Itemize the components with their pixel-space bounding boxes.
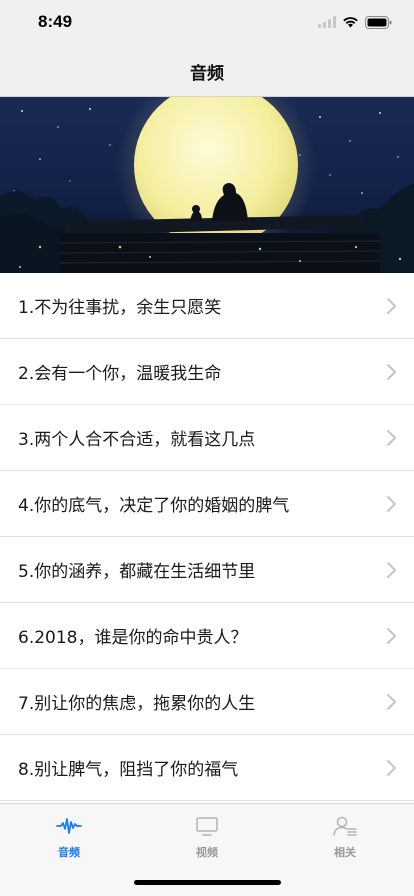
home-indicator[interactable] bbox=[134, 880, 281, 885]
list-item-title: 1.不为往事扰，余生只愿笑 bbox=[18, 298, 222, 318]
page-title: 音频 bbox=[190, 64, 224, 84]
moon-night-illustration bbox=[0, 97, 414, 273]
article-list: 1.不为往事扰，余生只愿笑 2.会有一个你，温暖我生命 3.两个人合不合适，就看… bbox=[0, 273, 414, 803]
list-item-title: 5.你的涵养，都藏在生活细节里 bbox=[18, 562, 256, 582]
battery-icon bbox=[365, 15, 392, 29]
banner-image bbox=[0, 97, 414, 273]
list-item-title: 4.你的底气，决定了你的婚姻的脾气 bbox=[18, 496, 290, 516]
status-icons bbox=[318, 13, 392, 31]
tab-label: 相关 bbox=[334, 846, 356, 859]
person-list-icon bbox=[333, 816, 357, 836]
chevron-right-icon bbox=[387, 364, 396, 380]
list-item[interactable]: 2.会有一个你，温暖我生命 bbox=[0, 339, 414, 405]
tab-label: 视频 bbox=[196, 846, 218, 859]
status-time: 8:49 bbox=[38, 12, 73, 31]
tab-audio[interactable]: 音频 bbox=[0, 814, 138, 864]
audio-wave-icon bbox=[56, 818, 82, 834]
list-item-title: 7.别让你的焦虑，拖累你的人生 bbox=[18, 694, 256, 714]
cellular-signal-icon bbox=[318, 16, 336, 28]
tab-related[interactable]: 相关 bbox=[276, 814, 414, 864]
wifi-icon bbox=[343, 17, 358, 28]
list-item-title: 8.别让脾气，阻挡了你的福气 bbox=[18, 760, 239, 780]
chevron-right-icon bbox=[387, 430, 396, 446]
list-item[interactable]: 5.你的涵养，都藏在生活细节里 bbox=[0, 537, 414, 603]
status-bar: 8:49 bbox=[0, 0, 414, 44]
monitor-icon bbox=[196, 817, 218, 836]
tab-label: 音频 bbox=[58, 846, 80, 859]
navigation-bar: 音频 bbox=[0, 44, 414, 97]
list-item-title: 3.两个人合不合适，就看这几点 bbox=[18, 430, 256, 450]
chevron-right-icon bbox=[387, 628, 396, 644]
chevron-right-icon bbox=[387, 694, 396, 710]
list-item[interactable]: 4.你的底气，决定了你的婚姻的脾气 bbox=[0, 471, 414, 537]
chevron-right-icon bbox=[387, 562, 396, 578]
list-item[interactable]: 8.别让脾气，阻挡了你的福气 bbox=[0, 735, 414, 801]
list-item-title: 2.会有一个你，温暖我生命 bbox=[18, 364, 222, 384]
chevron-right-icon bbox=[387, 760, 396, 776]
list-item[interactable]: 1.不为往事扰，余生只愿笑 bbox=[0, 273, 414, 339]
chevron-right-icon bbox=[387, 298, 396, 314]
list-item[interactable]: 3.两个人合不合适，就看这几点 bbox=[0, 405, 414, 471]
list-item[interactable]: 6.2018，谁是你的命中贵人？ bbox=[0, 603, 414, 669]
list-item-title: 6.2018，谁是你的命中贵人？ bbox=[18, 628, 248, 648]
chevron-right-icon bbox=[387, 496, 396, 512]
tab-video[interactable]: 视频 bbox=[138, 814, 276, 864]
list-item[interactable]: 7.别让你的焦虑，拖累你的人生 bbox=[0, 669, 414, 735]
